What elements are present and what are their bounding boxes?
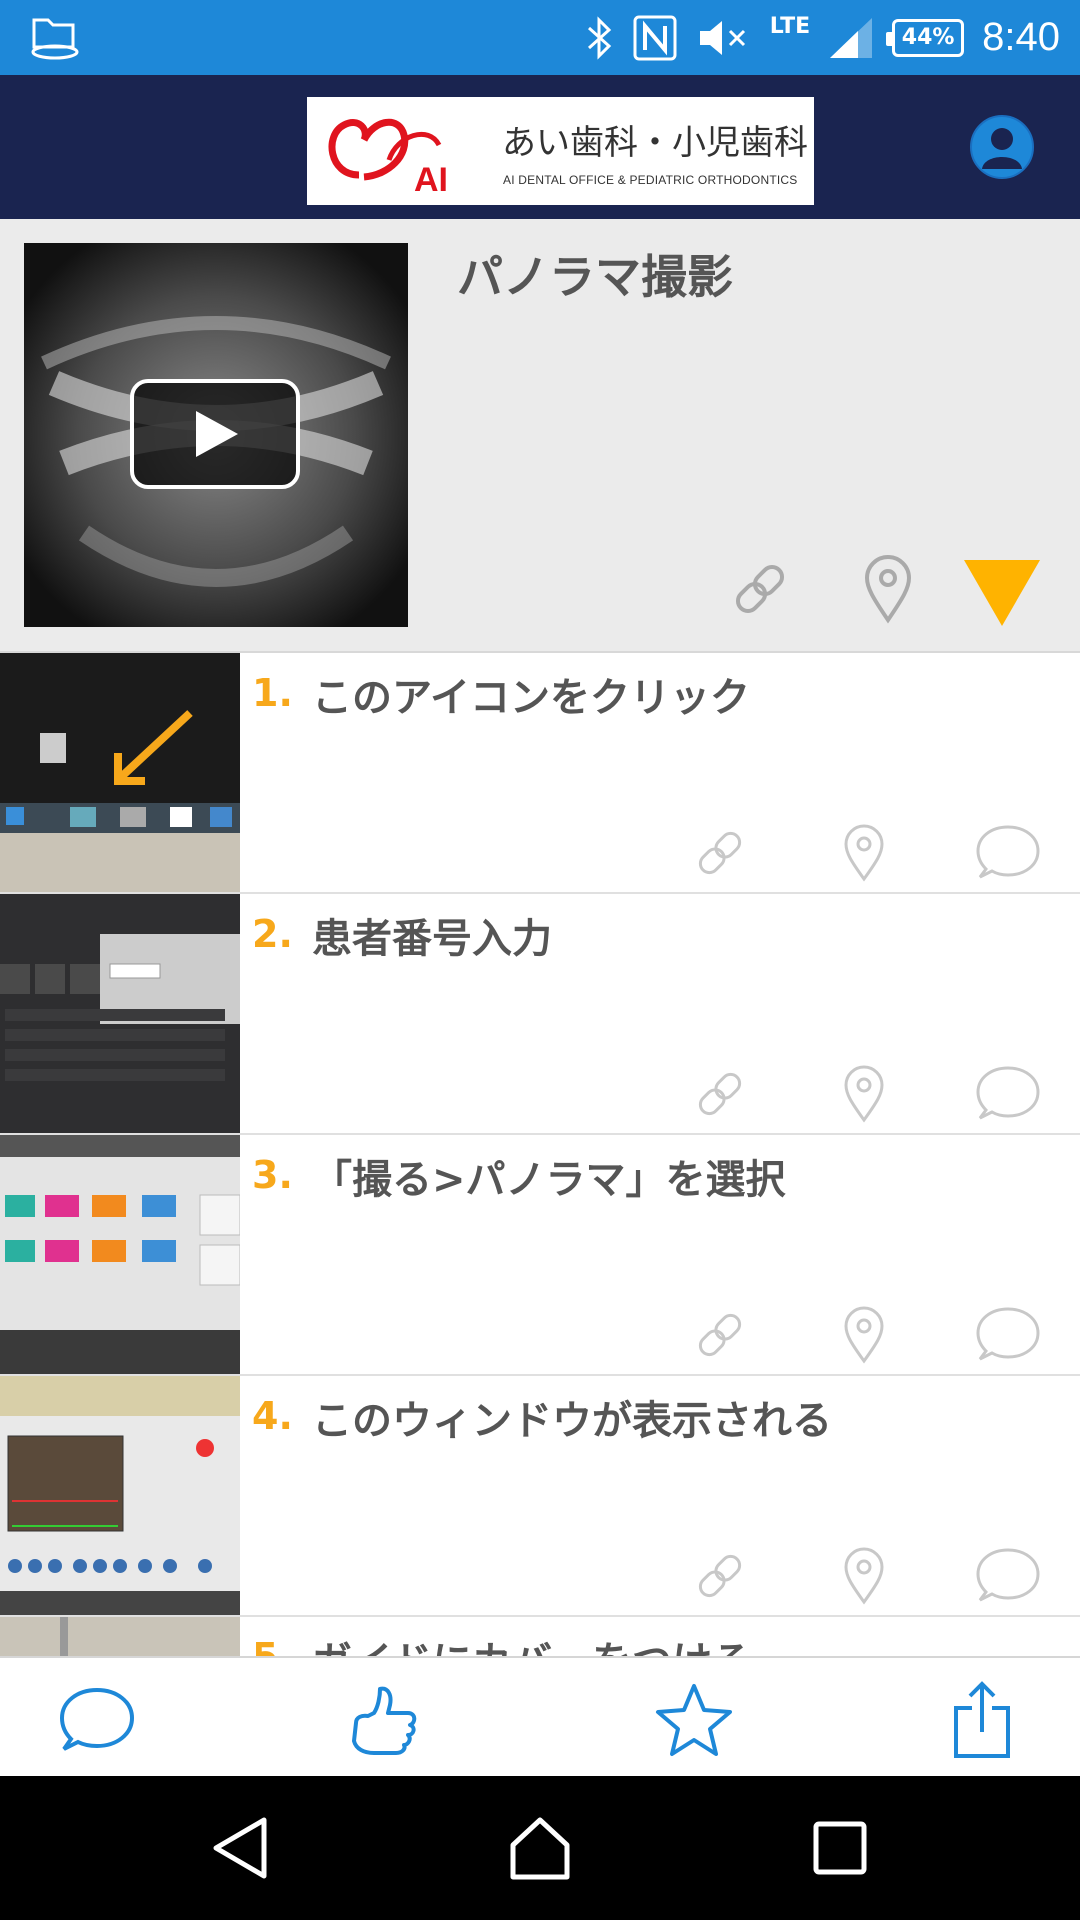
folder-notification-icon bbox=[31, 18, 79, 60]
list-item[interactable]: 3. 「撮る>パノラマ」を選択 bbox=[0, 1135, 1080, 1376]
step-thumbnail bbox=[0, 894, 240, 1133]
video-thumbnail[interactable] bbox=[24, 243, 408, 627]
step-title: このアイコンをクリック bbox=[312, 675, 750, 721]
bluetooth-icon bbox=[587, 15, 611, 60]
link-icon[interactable] bbox=[690, 1305, 750, 1365]
clinic-name-en: AI DENTAL OFFICE & PEDIATRIC ORTHODONTIC… bbox=[503, 173, 798, 187]
location-pin-icon[interactable] bbox=[842, 1305, 886, 1365]
clinic-logo-mark: AI bbox=[328, 118, 448, 195]
step-number: 4. bbox=[252, 1394, 293, 1438]
signal-icon bbox=[830, 17, 873, 58]
clinic-logo[interactable]: AI あい歯科・小児歯科 AI DENTAL OFFICE & PEDIATRI… bbox=[307, 97, 814, 205]
favorite-button[interactable] bbox=[652, 1678, 736, 1762]
comment-icon[interactable] bbox=[976, 1546, 1040, 1606]
link-icon[interactable] bbox=[690, 823, 750, 883]
link-icon[interactable] bbox=[690, 1064, 750, 1124]
step-title: このウィンドウが表示される bbox=[312, 1398, 832, 1444]
step-number: 2. bbox=[252, 912, 293, 956]
manual-hero: パノラマ撮影 bbox=[0, 219, 1080, 653]
user-profile-icon[interactable] bbox=[968, 113, 1036, 181]
mute-icon bbox=[699, 20, 745, 55]
back-icon bbox=[213, 1817, 267, 1879]
step-number: 5. bbox=[252, 1635, 293, 1657]
share-icon bbox=[954, 1681, 1010, 1758]
list-item[interactable]: 4. このウィンドウが表示される bbox=[0, 1376, 1080, 1617]
step-list: 1. このアイコンをクリック 2. 患者番号入力 3. 「撮る>パノラマ」を選択… bbox=[0, 653, 1080, 1657]
step-thumbnail bbox=[0, 1135, 240, 1374]
comment-icon[interactable] bbox=[976, 1305, 1040, 1365]
location-pin-icon[interactable] bbox=[863, 554, 913, 624]
like-icon bbox=[352, 1686, 417, 1755]
back-button[interactable] bbox=[200, 1808, 280, 1888]
home-icon bbox=[510, 1817, 570, 1880]
step-thumbnail bbox=[0, 1376, 240, 1615]
location-pin-icon[interactable] bbox=[842, 1064, 886, 1124]
hero-actions bbox=[725, 554, 1055, 634]
recents-icon bbox=[813, 1821, 867, 1875]
clock: 8:40 bbox=[982, 15, 1060, 59]
link-icon[interactable] bbox=[725, 554, 795, 624]
favorite-star-icon bbox=[656, 1684, 732, 1756]
clinic-name-jp: あい歯科・小児歯科 bbox=[502, 123, 808, 163]
battery-level: 44% bbox=[901, 25, 955, 50]
list-item[interactable]: 1. このアイコンをクリック bbox=[0, 653, 1080, 894]
logo-mark-text: AI bbox=[414, 161, 448, 195]
step-title: ガイドにカバーをつける bbox=[312, 1629, 752, 1657]
step-title: 「撮る>パノラマ」を選択 bbox=[312, 1157, 786, 1203]
like-button[interactable] bbox=[343, 1678, 427, 1762]
location-pin-icon[interactable] bbox=[842, 823, 886, 883]
list-item[interactable]: 5. ガイドにカバーをつける bbox=[0, 1617, 1080, 1657]
bottom-toolbar bbox=[0, 1656, 1080, 1778]
play-icon bbox=[196, 411, 238, 457]
collapse-triangle-icon[interactable] bbox=[962, 558, 1042, 628]
comment-icon[interactable] bbox=[976, 823, 1040, 883]
app-header: AI あい歯科・小児歯科 AI DENTAL OFFICE & PEDIATRI… bbox=[0, 75, 1080, 219]
step-thumbnail bbox=[0, 1617, 240, 1657]
share-button[interactable] bbox=[940, 1678, 1024, 1762]
list-item[interactable]: 2. 患者番号入力 bbox=[0, 894, 1080, 1135]
battery-icon: 44% bbox=[886, 18, 965, 57]
manual-title: パノラマ撮影 bbox=[457, 250, 733, 304]
system-navigation-bar bbox=[0, 1776, 1080, 1920]
network-type: LTE bbox=[769, 14, 811, 39]
link-icon[interactable] bbox=[690, 1546, 750, 1606]
step-number: 3. bbox=[252, 1153, 293, 1197]
status-bar: LTE 44% 8:40 bbox=[0, 0, 1080, 75]
step-thumbnail bbox=[0, 653, 240, 892]
location-pin-icon[interactable] bbox=[842, 1546, 886, 1606]
nfc-icon bbox=[633, 15, 677, 60]
comment-icon bbox=[59, 1687, 135, 1751]
comment-icon[interactable] bbox=[976, 1064, 1040, 1124]
play-button[interactable] bbox=[130, 379, 300, 489]
home-button[interactable] bbox=[500, 1808, 580, 1888]
step-title: 患者番号入力 bbox=[312, 916, 552, 962]
step-number: 1. bbox=[252, 671, 293, 715]
recents-button[interactable] bbox=[800, 1808, 880, 1888]
comment-button[interactable] bbox=[55, 1678, 139, 1762]
